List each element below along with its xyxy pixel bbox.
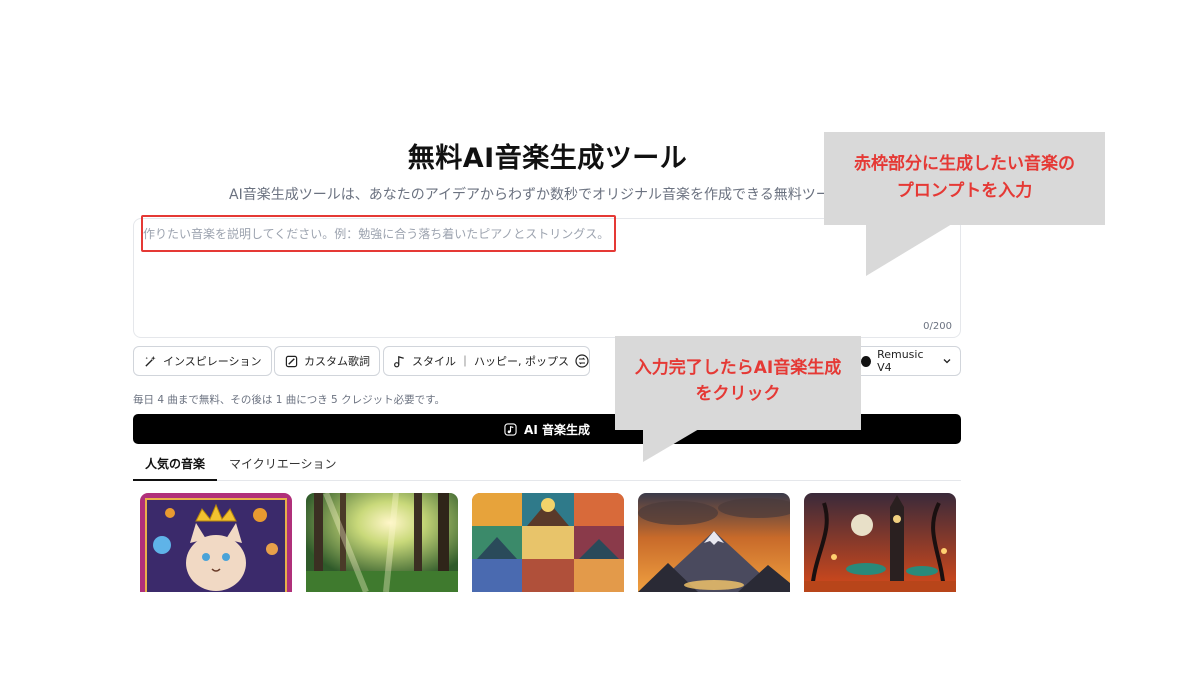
music-tabs: 人気の音楽 マイクリエーション: [133, 450, 961, 481]
credit-note: 毎日 4 曲まで無料、その後は 1 曲につき 5 クレジット必要です。: [133, 394, 446, 406]
prompt-highlight-box: [141, 215, 616, 252]
inspiration-button[interactable]: インスピレーション: [133, 346, 272, 376]
collage-thumbnail[interactable]: [472, 493, 624, 592]
page-subtitle: AI音楽生成ツールは、あなたのアイデアからわずか数秒でオリジナル音楽を作成できる…: [229, 187, 829, 203]
custom-lyrics-label: カスタム歌詞: [304, 355, 370, 368]
style-button[interactable]: スタイル ｜ ハッピー, ポップス: [383, 346, 590, 376]
callout-prompt: 赤枠部分に生成したい音楽の プロンプトを入力: [824, 132, 1105, 225]
generate-label: AI 音楽生成: [524, 422, 590, 437]
music-card-grid: [140, 493, 956, 592]
callout-generate: 入力完了したらAI音楽生成 をクリック: [615, 336, 861, 430]
inspiration-label: インスピレーション: [163, 355, 262, 368]
callout-generate-tail: [643, 429, 699, 462]
tab-my-creations[interactable]: マイクリエーション: [217, 450, 349, 481]
model-select[interactable]: Remusic V4: [852, 346, 961, 376]
edit-note-icon: [284, 354, 298, 368]
tab-popular[interactable]: 人気の音楽: [133, 450, 218, 481]
model-label: Remusic V4: [877, 348, 924, 374]
music-note-icon: [504, 422, 517, 436]
magic-wand-icon: [143, 354, 157, 368]
mountain-sunset-thumbnail[interactable]: [638, 493, 790, 592]
callout-generate-text: 入力完了したらAI音楽生成 をクリック: [634, 358, 842, 404]
cat-king-thumbnail[interactable]: [140, 493, 292, 592]
chevron-down-icon: [942, 356, 952, 366]
night-city-thumbnail[interactable]: [804, 493, 956, 592]
callout-prompt-tail: [866, 224, 952, 276]
model-logo-icon: [861, 355, 872, 367]
callout-prompt-text: 赤枠部分に生成したい音楽の プロンプトを入力: [854, 154, 1075, 201]
music-note-icon: [393, 354, 406, 368]
shuffle-icon[interactable]: [575, 354, 589, 368]
char-count: 0/200: [923, 321, 952, 332]
forest-sunlight-thumbnail[interactable]: [306, 493, 458, 592]
style-label: スタイル ｜ ハッピー, ポップス: [412, 355, 569, 368]
custom-lyrics-button[interactable]: カスタム歌詞: [274, 346, 380, 376]
